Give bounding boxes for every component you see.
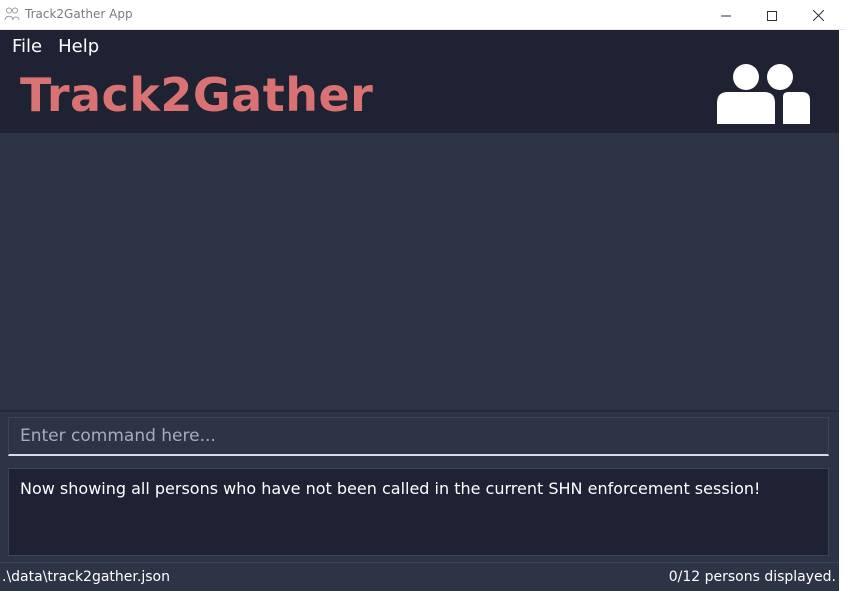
minimize-icon	[721, 6, 731, 25]
save-file-path: .\data\track2gather.json	[2, 569, 170, 585]
people-outline-icon	[4, 6, 20, 22]
result-display-panel: Now showing all persons who have not bee…	[0, 462, 839, 562]
person-list-panel[interactable]	[0, 133, 839, 410]
menu-file[interactable]: File	[6, 30, 48, 64]
command-input[interactable]	[8, 417, 829, 456]
close-icon	[812, 6, 824, 25]
status-bar: .\data\track2gather.json 0/12 persons di…	[0, 562, 839, 591]
close-button[interactable]	[795, 0, 841, 30]
window-titlebar: Track2Gather App	[0, 0, 845, 30]
maximize-icon	[767, 6, 777, 25]
app-brand-title: Track2Gather	[20, 68, 374, 122]
command-box	[0, 412, 839, 462]
window-title: Track2Gather App	[25, 7, 133, 21]
persons-count: 0/12 persons displayed.	[668, 569, 836, 585]
minimize-button[interactable]	[703, 0, 749, 30]
result-display[interactable]: Now showing all persons who have not bee…	[8, 468, 829, 556]
window-edge	[839, 30, 845, 591]
people-icon	[716, 63, 812, 125]
menu-help[interactable]: Help	[52, 30, 105, 64]
menu-bar: File Help	[0, 30, 105, 64]
maximize-button[interactable]	[749, 0, 795, 30]
app-header: File Help Track2Gather	[0, 30, 839, 133]
